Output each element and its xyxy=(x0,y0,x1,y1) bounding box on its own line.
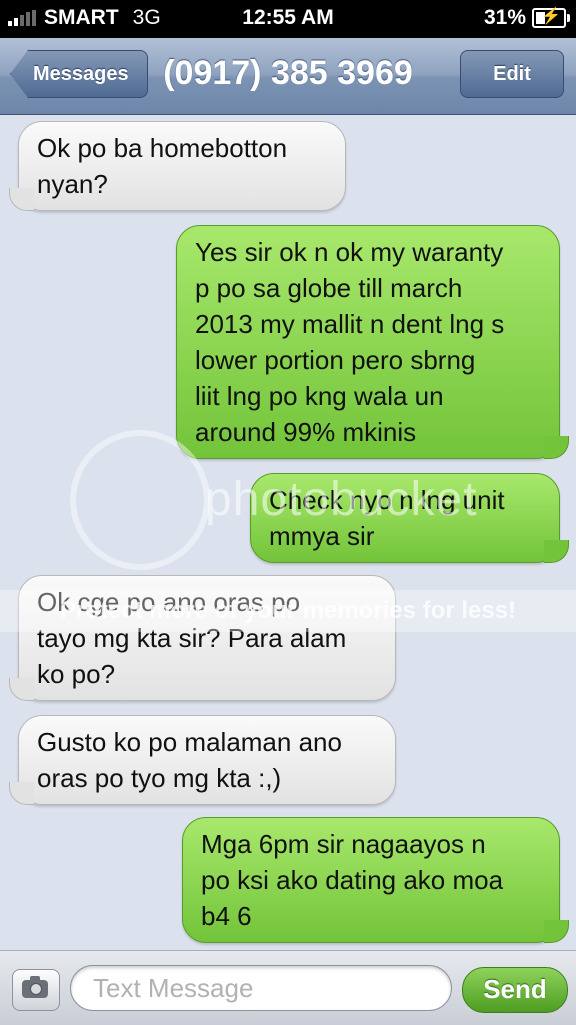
send-button[interactable]: Send xyxy=(462,967,568,1013)
nav-bar: Messages (0917) 385 3969 Edit xyxy=(0,38,576,115)
message-bubble-incoming: Gusto ko po malaman ano oras po tyo mg k… xyxy=(9,715,396,805)
contact-title: (0917) 385 3969 xyxy=(163,54,413,92)
back-to-messages-button[interactable]: Messages xyxy=(10,50,148,98)
battery-percent: 31% xyxy=(483,6,526,29)
text-message-input[interactable] xyxy=(70,965,452,1011)
message-bubble-outgoing: Yes sir ok n ok my waranty p po sa globe… xyxy=(176,225,569,459)
status-bar: SMART 3G 12:55 AM 31% ⚡ xyxy=(0,0,576,38)
camera-button[interactable] xyxy=(12,969,60,1011)
message-bubble-outgoing: Mga 6pm sir nagaayos n po ksi ako dating… xyxy=(182,817,569,943)
camera-icon xyxy=(22,976,48,998)
message-bubble-incoming: Ok cge po ano oras po tayo mg kta sir? P… xyxy=(9,575,396,701)
battery-charging-icon: ⚡ xyxy=(532,8,570,28)
message-bubble-outgoing: Check nyo n lng unit mmya sir xyxy=(250,473,569,563)
message-bubble-incoming: Ok po ba homebotton nyan? xyxy=(9,121,346,211)
message-input-bar: Send xyxy=(0,950,576,1025)
status-right: 31% ⚡ xyxy=(483,6,570,30)
edit-button[interactable]: Edit xyxy=(460,50,564,98)
conversation-view[interactable]: Ok po ba homebotton nyan? Yes sir ok n o… xyxy=(0,115,576,950)
